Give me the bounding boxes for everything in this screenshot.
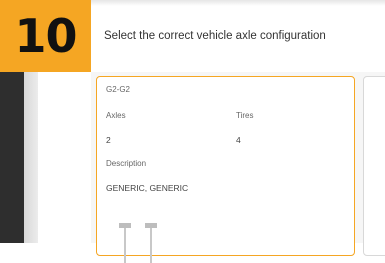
dialog-title: Select the correct vehicle axle configur…: [104, 30, 326, 42]
step-number-badge: 10: [0, 0, 91, 72]
description-value: GENERIC, GENERIC: [106, 183, 189, 193]
axle-diagram-icon: [119, 223, 157, 263]
step-number: 10: [14, 9, 77, 63]
axle-config-card-next[interactable]: [363, 76, 385, 256]
axles-value: 2: [106, 135, 111, 145]
axle-config-card-g2-g2[interactable]: G2-G2 Axles Tires 2 4 Description GENERI…: [96, 76, 355, 263]
tires-value: 4: [236, 135, 241, 145]
config-code: G2-G2: [106, 85, 131, 94]
tires-label: Tires: [236, 111, 254, 120]
description-label: Description: [106, 159, 147, 168]
top-divider: [91, 0, 385, 6]
axles-label: Axles: [106, 111, 126, 120]
